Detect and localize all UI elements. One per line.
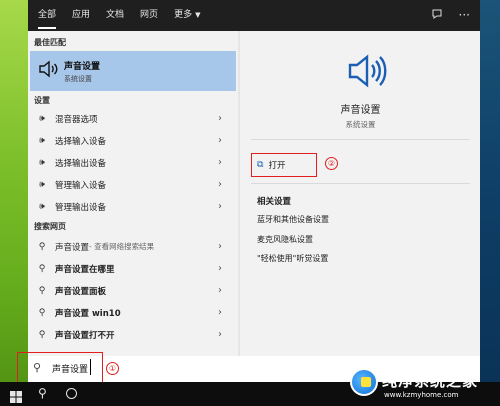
- speaker-icon: 🕪: [39, 157, 45, 168]
- related-settings-heading: 相关设置: [257, 197, 292, 207]
- list-item[interactable]: 🕪 选择输入设备 ›: [30, 130, 236, 151]
- desktop-background-right: [480, 0, 500, 406]
- watermark-url: www.kzmyhome.com: [384, 391, 459, 399]
- annotation-2: ②: [325, 157, 338, 170]
- related-link-microphone-privacy[interactable]: 麦克风隐私设置: [257, 234, 313, 245]
- speaker-icon: [38, 60, 64, 82]
- chevron-right-icon: ›: [218, 285, 222, 296]
- related-link-ease-of-access-audio[interactable]: "轻松使用"听觉设置: [257, 253, 328, 264]
- search-panel: 全部 应用 文档 网页 更多 ▼ ··· 最佳匹配 声音设置 系统设置 设置 🕪 混…: [28, 0, 480, 356]
- list-item[interactable]: ⚲ 声音设置面板 ›: [30, 280, 236, 301]
- list-item[interactable]: 🕪 混音器选项 ›: [30, 108, 236, 129]
- best-match-heading: 最佳匹配: [34, 38, 66, 47]
- watermark-logo: [350, 368, 378, 396]
- chevron-right-icon: ›: [218, 329, 222, 340]
- tab-all[interactable]: 全部: [38, 0, 57, 31]
- preview-subtitle: 系统设置: [345, 120, 376, 129]
- divider: [251, 139, 470, 140]
- windows-start-icon[interactable]: [10, 388, 22, 406]
- best-match-title: 声音设置: [64, 61, 101, 72]
- chevron-right-icon: ›: [218, 241, 222, 252]
- tab-more[interactable]: 更多 ▼: [174, 0, 200, 31]
- preview-title: 声音设置: [340, 105, 381, 116]
- tab-documents[interactable]: 文档: [106, 0, 124, 31]
- chevron-right-icon: ›: [218, 201, 222, 212]
- watermark: 纯净系统之家 www.kzmyhome.com: [350, 364, 500, 406]
- results-list: 最佳匹配 声音设置 系统设置 设置 🕪 混音器选项 › 🕪 选择输入设备 › 🕪 选择输出…: [28, 31, 238, 356]
- list-item[interactable]: 🕪 管理输入设备 ›: [30, 174, 236, 195]
- best-match-subtitle: 系统设置: [64, 74, 92, 83]
- chevron-right-icon: ›: [218, 113, 222, 124]
- search-icon: ⚲: [38, 329, 46, 340]
- chevron-down-icon: ▼: [195, 11, 201, 19]
- search-icon: ⚲: [38, 241, 46, 252]
- search-icon[interactable]: ⚲: [38, 386, 47, 400]
- chevron-right-icon: ›: [218, 157, 222, 168]
- chevron-right-icon: ›: [218, 307, 222, 318]
- list-item[interactable]: ⚲ 声音设置 win10 ›: [30, 302, 236, 323]
- speaker-icon: [347, 53, 387, 93]
- speaker-icon: 🕪: [39, 113, 45, 124]
- tab-apps[interactable]: 应用: [72, 0, 90, 31]
- tab-web[interactable]: 网页: [140, 0, 158, 31]
- filter-tab-bar: 全部 应用 文档 网页 更多 ▼ ···: [28, 0, 480, 31]
- chevron-right-icon: ›: [218, 263, 222, 274]
- annotation-1: ①: [106, 362, 119, 375]
- best-match-item[interactable]: 声音设置 系统设置: [30, 51, 236, 91]
- list-item[interactable]: 🕪 管理输出设备 ›: [30, 196, 236, 217]
- preview-pane: 声音设置 系统设置 ⧉ 打开 ② 相关设置 蓝牙和其他设备设置 麦克风隐私设置 …: [241, 31, 480, 356]
- settings-heading: 设置: [34, 96, 50, 105]
- desktop-background-left: [0, 0, 28, 406]
- open-button[interactable]: ⧉ 打开: [251, 153, 317, 177]
- chevron-right-icon: ›: [218, 179, 222, 190]
- speaker-icon: 🕪: [39, 201, 45, 212]
- list-item[interactable]: ⚲ 声音设置 - 查看网络搜索结果 ›: [30, 236, 236, 257]
- feedback-icon[interactable]: [431, 8, 443, 23]
- search-icon: ⚲: [38, 307, 46, 318]
- more-icon[interactable]: ···: [459, 8, 470, 23]
- list-item[interactable]: ⚲ 声音设置在哪里 ›: [30, 258, 236, 279]
- list-item[interactable]: 🕪 选择输出设备 ›: [30, 152, 236, 173]
- chevron-right-icon: ›: [218, 135, 222, 146]
- list-item[interactable]: ⚲ 声音设置打不开 ›: [30, 324, 236, 345]
- related-link-bluetooth[interactable]: 蓝牙和其他设备设置: [257, 214, 329, 225]
- search-icon: ⚲: [38, 263, 46, 274]
- search-icon: ⚲: [38, 285, 46, 296]
- speaker-icon: 🕪: [39, 179, 45, 190]
- watermark-text: 纯净系统之家: [382, 372, 479, 390]
- panel-divider: [238, 31, 240, 356]
- search-highlight-box: [17, 352, 103, 386]
- web-search-heading: 搜索网页: [34, 222, 66, 231]
- speaker-icon: 🕪: [39, 135, 45, 146]
- open-icon: ⧉: [257, 160, 264, 170]
- cortana-icon[interactable]: [66, 388, 77, 399]
- divider: [251, 183, 470, 184]
